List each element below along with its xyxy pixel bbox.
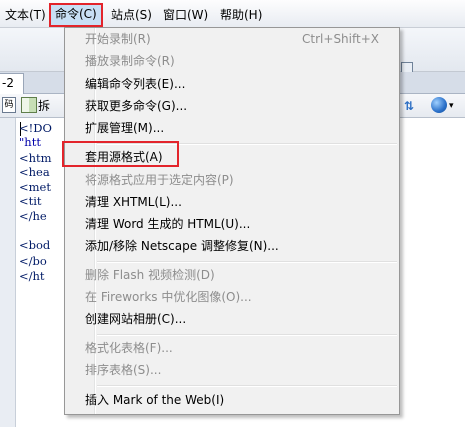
code-line: <hea: [19, 165, 50, 179]
menu-separator: [97, 385, 397, 387]
menu-item-play-recorded[interactable]: 播放录制命令(R): [67, 50, 397, 72]
menu-item-label: 扩展管理(M)...: [85, 121, 165, 135]
menu-item-apply-format-to-selection[interactable]: 将源格式应用于选定内容(P): [67, 169, 397, 191]
menu-item-optimize-in-fireworks[interactable]: 在 Fireworks 中优化图像(O)...: [67, 286, 397, 308]
menu-item-label: 在 Fireworks 中优化图像(O)...: [85, 290, 252, 304]
menu-text[interactable]: 文本(T): [1, 5, 50, 25]
menu-item-label: 播放录制命令(R): [85, 54, 175, 68]
document-tab[interactable]: -2: [0, 73, 24, 94]
menu-item-label: 套用源格式(A): [85, 150, 163, 164]
menu-separator: [97, 334, 397, 336]
menu-item-extension-manager[interactable]: 扩展管理(M)...: [67, 117, 397, 139]
menu-item-netscape-fix[interactable]: 添加/移除 Netscape 调整修复(N)...: [67, 235, 397, 257]
menu-window[interactable]: 窗口(W): [159, 5, 212, 25]
menu-item-apply-source-format[interactable]: 套用源格式(A): [67, 146, 397, 168]
code-view-icon[interactable]: 码: [2, 97, 16, 113]
menu-site[interactable]: 站点(S): [107, 5, 156, 25]
menu-item-label: 创建网站相册(C)...: [85, 312, 187, 326]
menu-item-label: 将源格式应用于选定内容(P): [85, 173, 234, 187]
split-view-button[interactable]: 拆: [38, 97, 50, 115]
command-dropdown-menu: 开始录制(R) Ctrl+Shift+X 播放录制命令(R) 编辑命令列表(E)…: [64, 27, 400, 415]
menu-item-label: 清理 Word 生成的 HTML(U)...: [85, 217, 251, 231]
code-line: <bod: [19, 238, 51, 252]
menu-item-label: 获取更多命令(G)...: [85, 99, 188, 113]
line-gutter: [0, 118, 16, 427]
globe-icon[interactable]: [431, 97, 447, 113]
menu-item-label: 删除 Flash 视频检测(D): [85, 268, 215, 282]
menu-item-label: 开始录制(R): [85, 32, 151, 46]
menu-item-start-recording[interactable]: 开始录制(R) Ctrl+Shift+X: [67, 28, 397, 50]
split-view-icon[interactable]: [21, 97, 37, 113]
menu-item-label: 排序表格(S)...: [85, 363, 162, 377]
code-line: </he: [19, 209, 47, 223]
menu-item-sort-table[interactable]: 排序表格(S)...: [67, 359, 397, 381]
menu-item-create-web-album[interactable]: 创建网站相册(C)...: [67, 308, 397, 330]
menu-item-label: 插入 Mark of the Web(I): [85, 393, 225, 407]
menu-bar: 文本(T) 命令(C) 站点(S) 窗口(W) 帮助(H): [0, 0, 465, 28]
menu-item-clean-xhtml[interactable]: 清理 XHTML(L)...: [67, 191, 397, 213]
menu-item-label: 编辑命令列表(E)...: [85, 77, 186, 91]
menu-item-label: 添加/移除 Netscape 调整修复(N)...: [85, 239, 279, 253]
chevron-down-icon[interactable]: ▾: [449, 97, 454, 115]
menu-separator: [97, 261, 397, 263]
code-line: <htm: [19, 151, 52, 165]
menu-item-format-table[interactable]: 格式化表格(F)...: [67, 337, 397, 359]
menu-item-label: 清理 XHTML(L)...: [85, 195, 182, 209]
menu-item-label: 格式化表格(F)...: [85, 341, 173, 355]
shortcut-label: Ctrl+Shift+X: [302, 32, 379, 46]
menu-item-clean-word-html[interactable]: 清理 Word 生成的 HTML(U)...: [67, 213, 397, 235]
code-line: <tit: [19, 194, 42, 208]
code-line: </bo: [19, 254, 47, 268]
menu-item-edit-command-list[interactable]: 编辑命令列表(E)...: [67, 73, 397, 95]
sort-arrows-icon[interactable]: ⇅: [404, 97, 414, 115]
menu-separator: [97, 143, 397, 145]
menu-help[interactable]: 帮助(H): [216, 5, 266, 25]
menu-item-get-more-commands[interactable]: 获取更多命令(G)...: [67, 95, 397, 117]
menu-command[interactable]: 命令(C): [49, 3, 103, 27]
menu-item-insert-mark-of-web[interactable]: 插入 Mark of the Web(I): [67, 389, 397, 411]
menu-item-remove-flash-detection[interactable]: 删除 Flash 视频检测(D): [67, 264, 397, 286]
code-line: </ht: [19, 269, 45, 283]
